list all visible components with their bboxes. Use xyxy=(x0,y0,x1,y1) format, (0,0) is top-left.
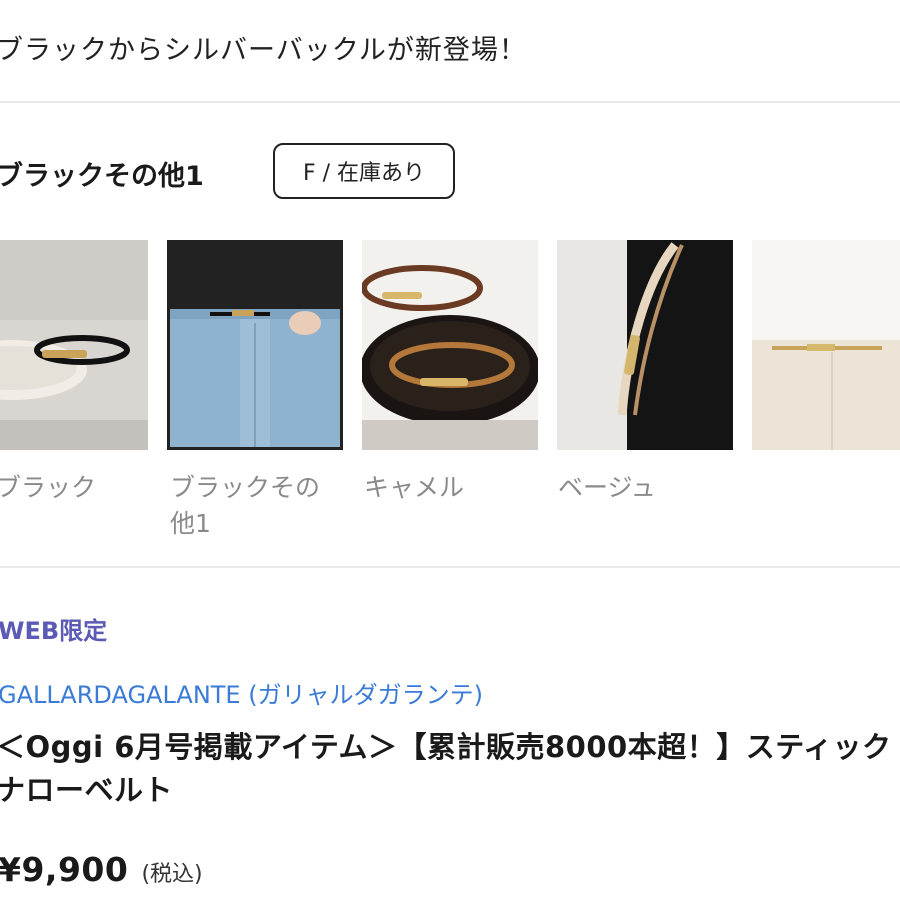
color-swatch-beige[interactable] xyxy=(557,240,733,450)
size-stock-label: F / 在庫あり xyxy=(302,161,426,186)
web-limited-badge: WEB限定 xyxy=(0,617,108,645)
price-row: ¥9,900 (税込) xyxy=(0,850,203,889)
camel-belt-tray-photo xyxy=(362,240,538,450)
swatch-label: ブラック xyxy=(0,473,97,502)
beige-belt-photo xyxy=(557,240,733,450)
section-divider xyxy=(0,566,900,568)
brand-link[interactable]: GALLARDAGALANTE (ガリャルダガランテ) xyxy=(0,675,483,710)
price: ¥9,900 xyxy=(0,850,129,889)
color-swatch-camel[interactable] xyxy=(362,240,538,450)
ivory-belt-worn-photo xyxy=(752,240,900,450)
section-divider xyxy=(0,101,900,103)
black-other-belt-worn-photo xyxy=(170,243,340,447)
promo-headline: ブラックからシルバーバックルが新登場！ xyxy=(0,35,527,66)
color-swatch-black-other-1[interactable] xyxy=(167,240,343,450)
product-title: ＜Oggi 6月号掲載アイテム＞【累計販売8000本超！】スティックナローベルト xyxy=(0,730,892,807)
size-stock-button[interactable]: F / 在庫あり xyxy=(273,143,455,199)
tax-note: (税込) xyxy=(141,862,203,887)
color-swatch-black[interactable] xyxy=(0,240,148,450)
swatch-label: ベージュ xyxy=(558,473,656,502)
swatch-label: キャメル xyxy=(364,473,465,502)
color-swatch-ivory[interactable] xyxy=(752,240,900,450)
black-belt-photo xyxy=(0,240,148,450)
selected-color-name: ブラックその他1 xyxy=(0,161,204,192)
swatch-label: ブラックその他1 xyxy=(170,473,321,538)
